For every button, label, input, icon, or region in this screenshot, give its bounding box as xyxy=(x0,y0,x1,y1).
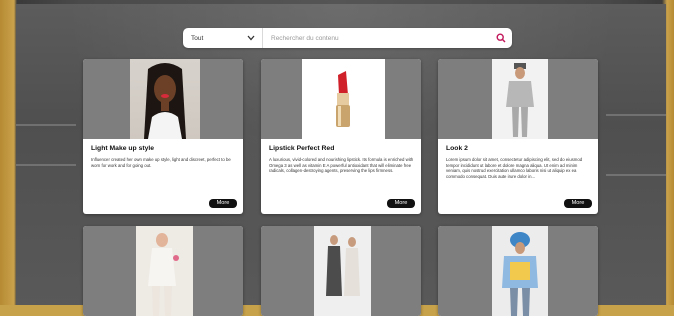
content-card[interactable] xyxy=(83,226,243,316)
card-photo xyxy=(302,59,385,139)
content-card[interactable] xyxy=(261,226,421,316)
content-card[interactable]: Lipstick Perfect Red A luxurious, vivid-… xyxy=(261,59,421,214)
card-description: Influencer created her own make up style… xyxy=(91,157,231,168)
shelf xyxy=(606,114,666,116)
category-select-value: Tout xyxy=(191,34,204,42)
card-photo xyxy=(136,226,193,316)
more-button[interactable]: More xyxy=(387,199,415,208)
shelf xyxy=(16,164,76,166)
content-card[interactable] xyxy=(438,226,598,316)
card-thumbnail xyxy=(261,59,421,139)
card-thumbnail xyxy=(83,59,243,139)
category-select[interactable]: Tout xyxy=(183,28,263,48)
content-card[interactable]: Look 2 Lorem ipsum dolor sit amet, conse… xyxy=(438,59,598,214)
card-description: A luxurious, vivid-colored and nourishin… xyxy=(269,157,414,174)
search-icon[interactable] xyxy=(490,28,512,48)
card-thumbnail xyxy=(438,226,598,316)
search-bar: Tout xyxy=(183,28,512,48)
card-title: Light Make up style xyxy=(91,145,155,152)
more-button[interactable]: More xyxy=(564,199,592,208)
search-input[interactable] xyxy=(263,33,490,43)
card-thumbnail xyxy=(261,226,421,316)
shelf xyxy=(606,174,666,176)
card-photo xyxy=(130,59,200,139)
card-title: Look 2 xyxy=(446,145,468,152)
card-photo xyxy=(314,226,371,316)
more-button[interactable]: More xyxy=(209,199,237,208)
card-thumbnail xyxy=(438,59,598,139)
card-photo xyxy=(492,59,548,139)
card-thumbnail xyxy=(83,226,243,316)
content-card[interactable]: Light Make up style Influencer created h… xyxy=(83,59,243,214)
card-title: Lipstick Perfect Red xyxy=(269,145,335,152)
shelf xyxy=(16,124,76,126)
chevron-down-icon xyxy=(244,31,258,45)
card-photo xyxy=(492,226,548,316)
card-description: Lorem ipsum dolor sit amet, consectetur … xyxy=(446,157,583,179)
